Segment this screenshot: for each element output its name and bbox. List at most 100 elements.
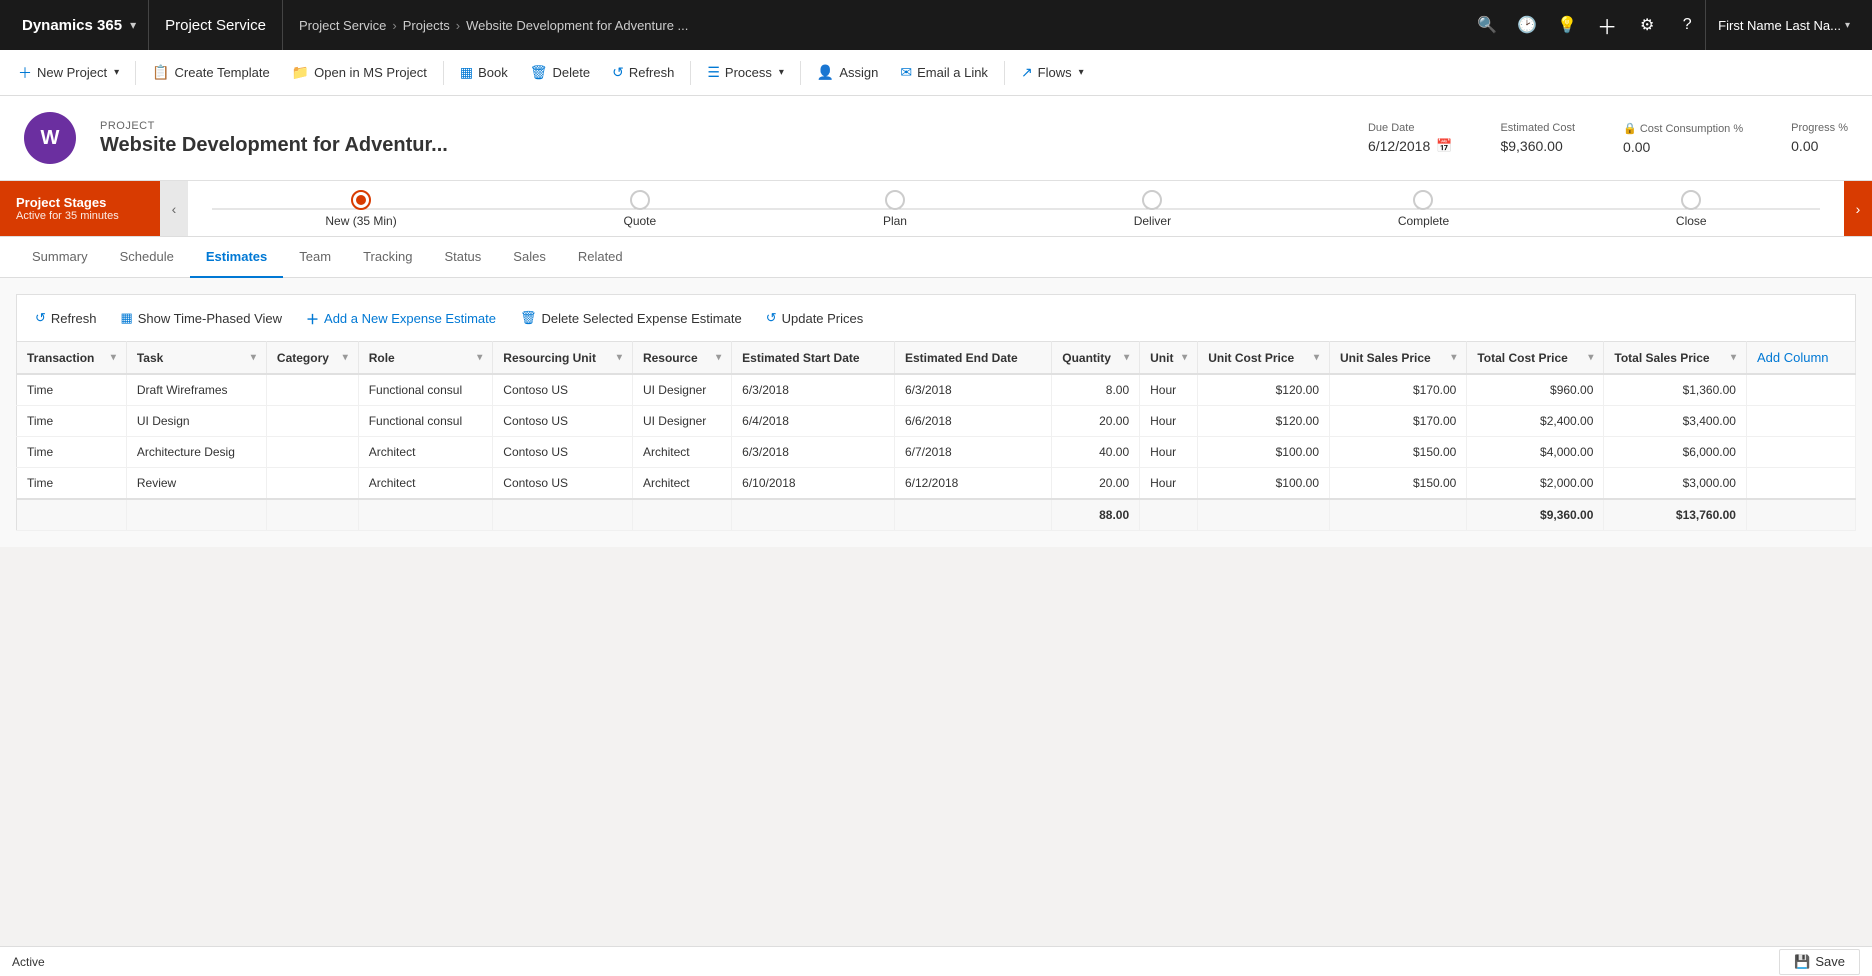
delete-expense-icon: 🗑 [520, 310, 537, 326]
tab-status[interactable]: Status [428, 237, 497, 278]
table-cell: Functional consul [358, 406, 493, 437]
add-expense-label: Add a New Expense Estimate [324, 311, 496, 326]
col-header-quantity[interactable]: Quantity ▾ [1052, 342, 1140, 375]
table-cell: $2,000.00 [1467, 468, 1604, 500]
create-template-button[interactable]: 📋 Create Template [142, 56, 280, 90]
table-cell: Contoso US [493, 406, 633, 437]
stage-deliver[interactable]: Deliver [1134, 190, 1171, 228]
delete-button[interactable]: 🗑 Delete [520, 56, 600, 90]
sort-icon-unit-sales-price: ▾ [1451, 352, 1456, 363]
stage-complete[interactable]: Complete [1398, 190, 1449, 228]
total-unit [1140, 499, 1198, 531]
table-row[interactable]: TimeDraft WireframesFunctional consulCon… [17, 374, 1856, 406]
col-header-unit-sales-price[interactable]: Unit Sales Price ▾ [1330, 342, 1467, 375]
new-project-button[interactable]: ＋ New Project ▾ [8, 56, 129, 90]
stage-new[interactable]: New (35 Min) [325, 190, 396, 228]
col-label-unit: Unit [1150, 351, 1173, 365]
tab-schedule[interactable]: Schedule [104, 237, 190, 278]
app-name[interactable]: Project Service [149, 0, 283, 50]
col-header-end-date[interactable]: Estimated End Date [894, 342, 1051, 375]
col-header-total-sales-price[interactable]: Total Sales Price ▾ [1604, 342, 1747, 375]
brand-section[interactable]: Dynamics 365 ▾ [10, 0, 149, 50]
stage-nav-left-button[interactable]: ‹ [160, 181, 188, 236]
tab-team[interactable]: Team [283, 237, 347, 278]
user-profile[interactable]: First Name Last Na... ▾ [1705, 0, 1862, 50]
table-row[interactable]: TimeArchitecture DesigArchitectContoso U… [17, 437, 1856, 468]
sort-icon-resource: ▾ [716, 352, 721, 363]
book-button[interactable]: ▦ Book [450, 56, 518, 90]
help-icon-btn[interactable]: 💡 [1549, 7, 1585, 43]
tab-tracking[interactable]: Tracking [347, 237, 428, 278]
tabs-bar: Summary Schedule Estimates Team Tracking… [0, 237, 1872, 278]
table-cell: Time [17, 406, 127, 437]
due-date-meta: Due Date 6/12/2018 📅 [1368, 122, 1452, 155]
stage-nav-right-button[interactable]: › [1844, 181, 1872, 236]
table-cell: $150.00 [1330, 468, 1467, 500]
add-expense-estimate-button[interactable]: ＋ Add a New Expense Estimate [296, 303, 506, 333]
assign-button[interactable]: 👤 Assign [807, 56, 888, 90]
tab-related[interactable]: Related [562, 237, 639, 278]
add-icon-btn[interactable]: ＋ [1589, 7, 1625, 43]
breadcrumb-item-3[interactable]: Website Development for Adventure ... [466, 18, 688, 33]
col-label-resource: Resource [643, 351, 698, 365]
col-header-transaction[interactable]: Transaction ▾ [17, 342, 127, 375]
stage-plan[interactable]: Plan [883, 190, 907, 228]
stage-label-title: Project Stages [16, 195, 144, 210]
col-header-role[interactable]: Role ▾ [358, 342, 493, 375]
show-time-phased-button[interactable]: ▦ Show Time-Phased View [110, 303, 292, 333]
table-cell: 6/12/2018 [894, 468, 1051, 500]
tab-summary[interactable]: Summary [16, 237, 104, 278]
col-header-resource[interactable]: Resource ▾ [632, 342, 731, 375]
stage-quote[interactable]: Quote [623, 190, 656, 228]
table-cell: 40.00 [1052, 437, 1140, 468]
refresh-button[interactable]: ↺ Refresh [602, 56, 684, 90]
process-button[interactable]: ☰ Process ▾ [697, 56, 794, 90]
update-prices-button[interactable]: ↺ Update Prices [756, 303, 874, 333]
sub-refresh-button[interactable]: ↺ Refresh [25, 303, 106, 333]
table-cell [266, 468, 358, 500]
calendar-icon[interactable]: 📅 [1436, 138, 1452, 154]
settings-icon-btn[interactable]: ⚙ [1629, 7, 1665, 43]
table-row[interactable]: TimeUI DesignFunctional consulContoso US… [17, 406, 1856, 437]
open-ms-project-button[interactable]: 📁 Open in MS Project [282, 56, 437, 90]
total-row: 88.00 $9,360.00 $13,760.00 [17, 499, 1856, 531]
brand-chevron[interactable]: ▾ [130, 18, 136, 32]
table-cell: Contoso US [493, 374, 633, 406]
delete-expense-estimate-button[interactable]: 🗑 Delete Selected Expense Estimate [510, 303, 752, 333]
email-link-button[interactable]: ✉ Email a Link [890, 56, 998, 90]
sub-refresh-label: Refresh [51, 311, 97, 326]
status-text: Active [12, 955, 45, 969]
tab-sales[interactable]: Sales [497, 237, 562, 278]
add-column-label[interactable]: Add Column [1757, 350, 1829, 365]
breadcrumb-item-1[interactable]: Project Service [299, 18, 386, 33]
total-resource [632, 499, 731, 531]
question-icon-btn[interactable]: ? [1669, 7, 1705, 43]
col-header-add-column[interactable]: Add Column [1746, 342, 1855, 375]
search-icon-btn[interactable]: 🔍 [1469, 7, 1505, 43]
col-label-total-sales-price: Total Sales Price [1614, 351, 1709, 365]
col-header-category[interactable]: Category ▾ [266, 342, 358, 375]
table-cell: $170.00 [1330, 406, 1467, 437]
table-cell: Hour [1140, 374, 1198, 406]
table-row[interactable]: TimeReviewArchitectContoso USArchitect6/… [17, 468, 1856, 500]
create-template-icon: 📋 [152, 64, 169, 81]
recent-icon-btn[interactable]: 🕑 [1509, 7, 1545, 43]
email-icon: ✉ [900, 64, 912, 81]
col-header-unit-cost-price[interactable]: Unit Cost Price ▾ [1198, 342, 1330, 375]
table-cell: UI Designer [632, 406, 731, 437]
breadcrumb-item-2[interactable]: Projects [403, 18, 450, 33]
save-button[interactable]: 💾 Save [1779, 949, 1860, 975]
col-header-total-cost-price[interactable]: Total Cost Price ▾ [1467, 342, 1604, 375]
col-header-task[interactable]: Task ▾ [126, 342, 266, 375]
cost-consumption-meta: 🔒 Cost Consumption % 0.00 [1623, 122, 1743, 155]
tab-estimates[interactable]: Estimates [190, 237, 283, 278]
table-cell: 20.00 [1052, 468, 1140, 500]
table-cell [266, 406, 358, 437]
col-header-resourcing-unit[interactable]: Resourcing Unit ▾ [493, 342, 633, 375]
col-header-start-date[interactable]: Estimated Start Date [732, 342, 895, 375]
col-header-unit[interactable]: Unit ▾ [1140, 342, 1198, 375]
table-cell: Time [17, 468, 127, 500]
table-cell: Time [17, 374, 127, 406]
stage-close[interactable]: Close [1676, 190, 1707, 228]
flows-button[interactable]: ↗ Flows ▾ [1011, 56, 1094, 90]
